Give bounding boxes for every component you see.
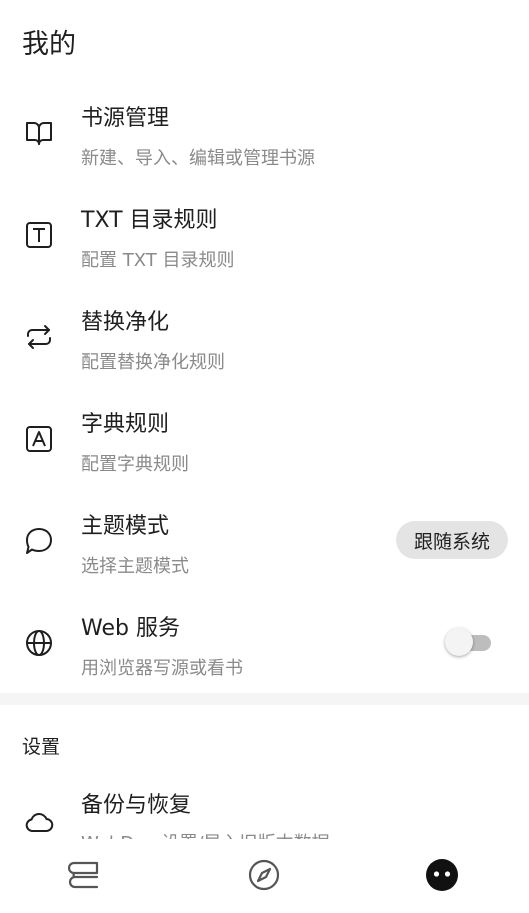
my-page: 我的 书源管理 新建、导入、编辑或管理书源 TXT 目录规则 配置 TXT 目录… <box>0 0 529 913</box>
menu-item-title: 字典规则 <box>81 412 170 437</box>
menu-item-web-service[interactable]: Web 服务 用浏览器写源或看书 <box>0 590 529 692</box>
menu-item-subtitle: 配置 TXT 目录规则 <box>81 250 235 271</box>
menu-item-replace-purify[interactable]: 替换净化 配置替换净化规则 <box>0 284 529 386</box>
profile-face-icon <box>424 857 460 897</box>
nav-explore[interactable] <box>244 857 284 897</box>
theme-icon <box>22 524 56 558</box>
switch-thumb <box>445 628 473 656</box>
menu-item-subtitle: WebDav 设置/导入旧版本数据 <box>81 829 330 839</box>
menu-item-title: TXT 目录规则 <box>81 208 218 233</box>
menu-item-title: 主题模式 <box>81 514 170 539</box>
compass-icon <box>246 857 282 897</box>
web-service-switch[interactable] <box>445 628 491 656</box>
menu-item-backup-restore[interactable]: 备份与恢复 WebDav 设置/导入旧版本数据 <box>0 765 529 839</box>
menu-item-dictionary-rule[interactable]: 字典规则 配置字典规则 <box>0 386 529 488</box>
book-open-icon <box>22 116 56 150</box>
settings-section-header: 设置 <box>22 736 61 758</box>
nav-bookshelf[interactable] <box>66 857 106 897</box>
nav-my[interactable] <box>422 857 462 897</box>
page-title: 我的 <box>22 29 76 60</box>
menu-item-book-source[interactable]: 书源管理 新建、导入、编辑或管理书源 <box>0 80 529 182</box>
repeat-icon <box>22 320 56 354</box>
settings-list: 备份与恢复 WebDav 设置/导入旧版本数据 <box>0 765 529 839</box>
menu-item-txt-toc-rule[interactable]: TXT 目录规则 配置 TXT 目录规则 <box>0 182 529 284</box>
menu-item-subtitle: 用浏览器写源或看书 <box>81 658 243 679</box>
menu-item-title: 备份与恢复 <box>81 793 192 818</box>
menu-item-subtitle: 选择主题模式 <box>81 556 189 577</box>
menu-item-subtitle: 新建、导入、编辑或管理书源 <box>81 148 315 169</box>
bottom-navigation <box>0 839 529 913</box>
menu-item-title: 替换净化 <box>81 310 170 335</box>
bookshelf-icon <box>67 857 104 897</box>
menu-item-subtitle: 配置替换净化规则 <box>81 352 225 373</box>
menu-item-subtitle: 配置字典规则 <box>81 454 189 475</box>
menu-item-title: Web 服务 <box>81 616 180 641</box>
cloud-icon <box>22 805 56 839</box>
menu-item-theme-mode[interactable]: 主题模式 选择主题模式 跟随系统 <box>0 488 529 590</box>
menu-item-title: 书源管理 <box>81 106 170 131</box>
section-divider <box>0 693 529 705</box>
globe-icon <box>22 626 56 660</box>
dictionary-box-icon <box>22 422 56 456</box>
theme-mode-chip[interactable]: 跟随系统 <box>395 521 508 559</box>
text-box-icon <box>22 218 56 252</box>
